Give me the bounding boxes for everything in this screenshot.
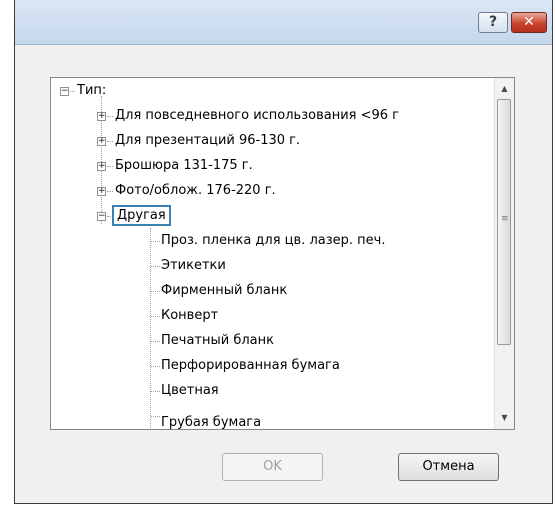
question-icon: ? [488, 14, 498, 30]
tree-connector [70, 91, 75, 92]
tree-connector [107, 116, 113, 117]
expand-icon[interactable]: + [97, 187, 106, 196]
vertical-scrollbar[interactable]: ▲ ≡ ▼ [494, 78, 514, 429]
tree-item-letterhead[interactable]: Фирменный бланк [161, 279, 287, 303]
title-bar: ? ✕ [15, 0, 552, 45]
expand-icon[interactable]: + [97, 162, 106, 171]
scroll-down-arrow-icon[interactable]: ▼ [495, 409, 514, 427]
collapse-icon[interactable]: − [60, 87, 69, 96]
paper-type-dialog: ? ✕ − Тип: + Для повседневного использов… [14, 0, 553, 504]
close-button[interactable]: ✕ [511, 12, 547, 33]
tree-body: − Тип: + Для повседневного использования… [51, 78, 494, 429]
tree-connector [107, 166, 113, 167]
tree-item-preprinted[interactable]: Печатный бланк [161, 329, 274, 353]
tree-connector [151, 316, 160, 317]
paper-type-tree[interactable]: − Тип: + Для повседневного использования… [50, 77, 515, 430]
tree-item-prepunched[interactable]: Перфорированная бумага [161, 354, 340, 378]
tree-item-colored[interactable]: Цветная [161, 379, 219, 403]
tree-item-photo-cover[interactable]: Фото/облож. 176-220 г. [115, 179, 276, 203]
tree-item-envelope[interactable]: Конверт [161, 304, 218, 328]
tree-item-other[interactable]: Другая [112, 204, 171, 228]
tree-item-presentation[interactable]: Для презентаций 96-130 г. [115, 129, 300, 153]
scrollbar-thumb[interactable]: ≡ [497, 99, 511, 345]
selected-item-label: Другая [112, 205, 171, 226]
help-button[interactable]: ? [478, 12, 508, 33]
cancel-button[interactable]: Отмена [398, 453, 499, 481]
tree-item-rough[interactable]: Грубая бумага [161, 411, 261, 429]
tree-connector [151, 366, 160, 367]
close-icon: ✕ [523, 14, 535, 30]
tree-item-transparency[interactable]: Проз. пленка для цв. лазер. печ. [161, 229, 385, 253]
tree-item-labels[interactable]: Этикетки [161, 254, 226, 278]
tree-connector [107, 191, 113, 192]
collapse-icon[interactable]: − [97, 212, 106, 221]
tree-connector [151, 416, 160, 417]
scroll-up-arrow-icon[interactable]: ▲ [495, 80, 514, 98]
tree-item-brochure[interactable]: Брошюра 131-175 г. [115, 154, 253, 178]
tree-connector [151, 391, 160, 392]
tree-connector [151, 341, 160, 342]
ok-button[interactable]: OK [222, 453, 323, 481]
tree-item-everyday[interactable]: Для повседневного использования <96 г [115, 104, 399, 128]
tree-connector [150, 228, 151, 428]
expand-icon[interactable]: + [97, 112, 106, 121]
tree-connector [151, 241, 160, 242]
grip-icon: ≡ [501, 214, 509, 224]
tree-connector [107, 141, 113, 142]
tree-connector [151, 291, 160, 292]
expand-icon[interactable]: + [97, 137, 106, 146]
tree-connector [107, 216, 113, 217]
tree-connector [151, 266, 160, 267]
